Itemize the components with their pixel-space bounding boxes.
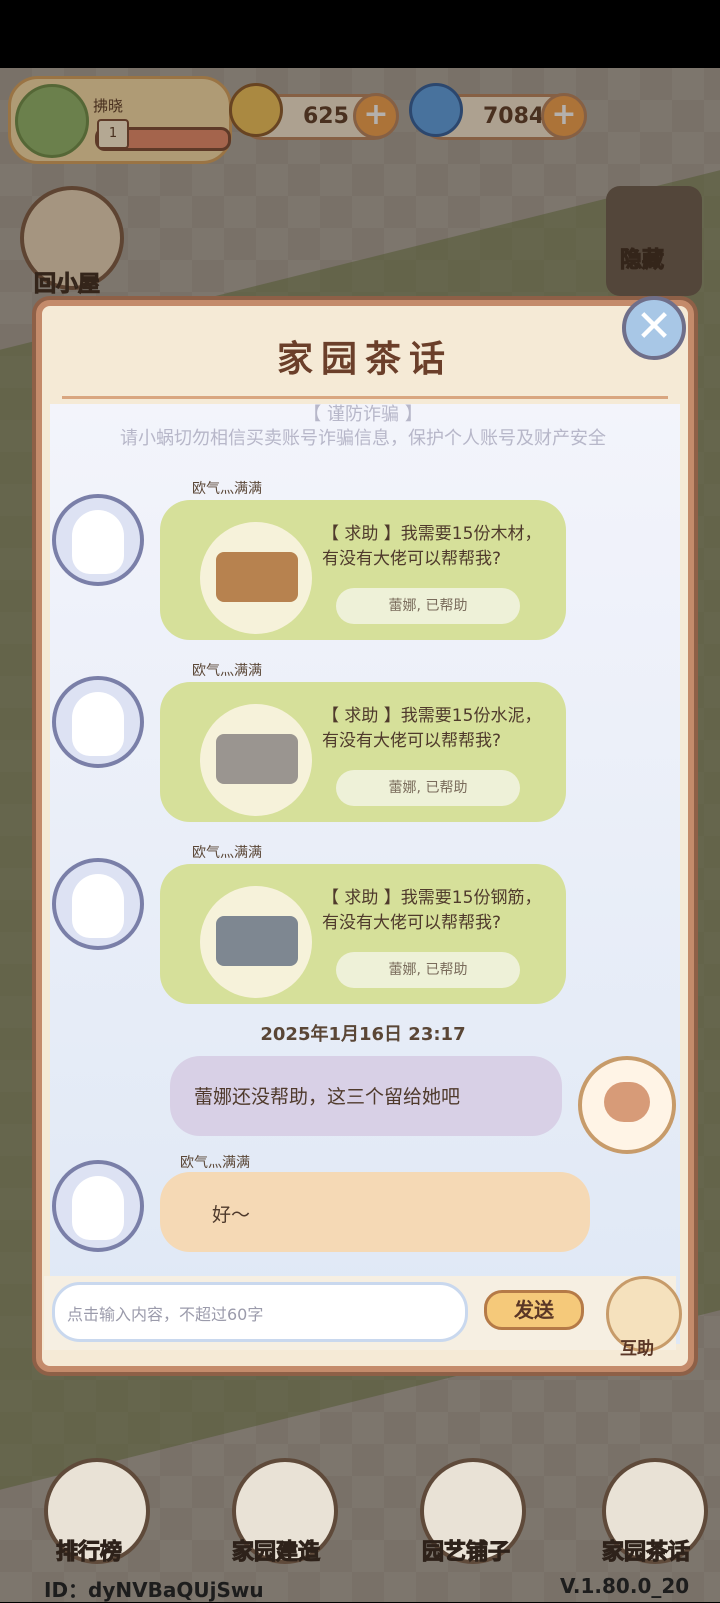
player-id: ID：dyNVBaQUjSwu <box>44 1578 264 1602</box>
steel-rebar-icon <box>200 886 312 998</box>
reply-bubble: 好～ <box>160 1172 590 1252</box>
message-sender: 欧气灬满满 <box>192 481 262 497</box>
request-text: 【 求助 】我需要15份水泥，有没有大佬可以帮帮我? <box>322 706 542 751</box>
cement-bag-icon <box>200 704 312 816</box>
input-bar: 点击输入内容，不超过60字 发送 <box>44 1276 676 1350</box>
request-text: 【 求助 】我需要15份木材，有没有大佬可以帮帮我? <box>322 524 542 569</box>
help-request-bubble: 【 求助 】我需要15份水泥，有没有大佬可以帮帮我? 蕾娜, 已帮助 <box>160 682 566 822</box>
cat-avatar[interactable] <box>52 1160 144 1252</box>
warning-text: 请小蜗切勿相信买卖账号诈骗信息，保护个人账号及财产安全 <box>120 428 606 449</box>
version: V.1.80.0_20 <box>560 1574 690 1598</box>
message-sender: 欧气灬满满 <box>192 663 262 679</box>
ranking-label: 排行榜 <box>55 1540 123 1566</box>
my-bear-avatar[interactable] <box>578 1056 676 1154</box>
helped-status: 蕾娜, 已帮助 <box>336 952 520 988</box>
home-build-label: 家园建造 <box>231 1540 321 1566</box>
help-request-bubble: 【 求助 】我需要15份木材，有没有大佬可以帮帮我? 蕾娜, 已帮助 <box>160 500 566 640</box>
reply-text: 好～ <box>212 1204 251 1226</box>
mutual-help-label: 互助 <box>620 1339 654 1359</box>
cat-avatar[interactable] <box>52 676 144 768</box>
helped-status: 蕾娜, 已帮助 <box>336 588 520 624</box>
garden-shop-label: 园艺铺子 <box>421 1540 511 1566</box>
title-divider <box>62 396 668 399</box>
chat-input-placeholder: 点击输入内容，不超过60字 <box>67 1305 264 1324</box>
tea-talk-label: 家园茶话 <box>601 1540 691 1566</box>
warning-title: 【 谨防诈骗 】 <box>303 404 423 425</box>
request-text: 【 求助 】我需要15份钢筋，有没有大佬可以帮帮我? <box>322 888 542 933</box>
my-message-text: 蕾娜还没帮助，这三个留给她吧 <box>194 1086 461 1108</box>
close-button[interactable]: ✕ <box>622 296 686 360</box>
send-button[interactable]: 发送 <box>484 1290 584 1330</box>
reply-sender: 欧气灬满满 <box>180 1155 250 1171</box>
my-message-bubble: 蕾娜还没帮助，这三个留给她吧 <box>170 1056 562 1136</box>
chat-input[interactable]: 点击输入内容，不超过60字 <box>52 1282 468 1342</box>
dialog-title: 家园茶话 <box>276 339 453 380</box>
helped-status: 蕾娜, 已帮助 <box>336 770 520 806</box>
help-request-bubble: 【 求助 】我需要15份钢筋，有没有大佬可以帮帮我? 蕾娜, 已帮助 <box>160 864 566 1004</box>
cat-avatar[interactable] <box>52 494 144 586</box>
cat-avatar[interactable] <box>52 858 144 950</box>
timestamp: 2025年1月16日 23:17 <box>260 1024 466 1045</box>
wood-logs-icon <box>200 522 312 634</box>
message-sender: 欧气灬满满 <box>192 845 262 861</box>
